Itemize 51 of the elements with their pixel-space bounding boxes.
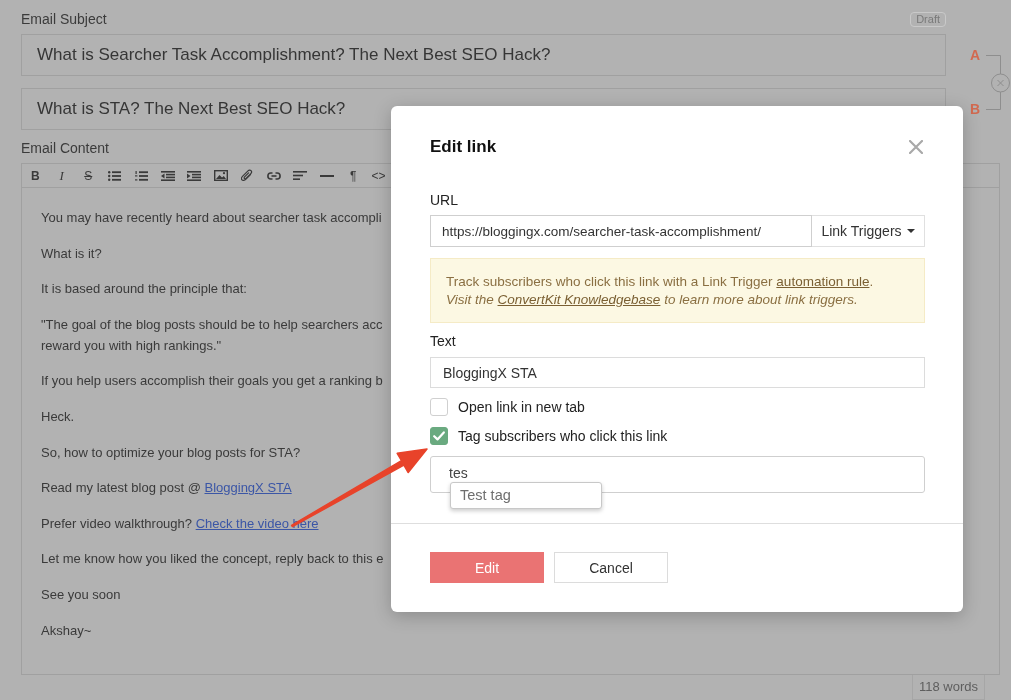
paperclip-icon <box>241 169 254 182</box>
notice-text: Visit the ConvertKit Knowledgebase to learn more about link triggers. <box>446 291 858 309</box>
paragraph-button[interactable]: ¶ <box>340 164 367 187</box>
url-label: URL <box>430 191 458 209</box>
bold-button[interactable]: B <box>22 164 49 187</box>
image-icon <box>213 170 228 181</box>
paragraph-text: Let me know how you liked the concept, reply back to this e <box>41 550 384 569</box>
cancel-button[interactable]: Cancel <box>554 552 668 583</box>
bulleted-list-icon <box>108 170 122 181</box>
subject-input-field[interactable]: What is Searcher Task Accomplishment? The Next Best SEO Hack? <box>21 34 946 76</box>
code-button[interactable]: <> <box>366 164 391 187</box>
paragraph-text: You may have recently heard about searcher task accompli <box>41 209 382 227</box>
indent-icon <box>187 170 202 181</box>
outdent-icon <box>160 170 175 181</box>
word-count: 118 words <box>912 675 985 700</box>
checkbox-label[interactable]: Open link in new tab <box>458 399 585 415</box>
text-link[interactable]: BloggingX STA <box>204 480 292 496</box>
link-triggers-dropdown-button[interactable]: Link Triggers <box>812 215 925 247</box>
suggestion-item[interactable]: Test tag <box>450 482 602 509</box>
checkmark-icon <box>433 431 445 441</box>
text-link[interactable]: ConvertKit Knowledgebase <box>497 292 661 307</box>
bracket-connector <box>986 55 1001 110</box>
notice-text: Track subscribers who click this link with a Link Trigger automation rule. <box>446 273 874 291</box>
paragraph-text: See you soon <box>41 585 121 604</box>
checkbox[interactable] <box>430 398 448 416</box>
link-icon <box>266 171 281 180</box>
strikethrough-button[interactable]: S <box>75 164 102 187</box>
paragraph-text: If you help users accomplish their goals you get a ranking b <box>41 372 383 391</box>
paragraph-text: So, how to optimize your blog posts for STA? <box>41 443 301 462</box>
paragraph-text: Read my latest blog post @ BloggingX STA <box>41 479 292 498</box>
checkbox-label[interactable]: Tag subscribers who click this link <box>458 428 668 444</box>
draft-badge: Draft <box>910 12 946 27</box>
checkbox[interactable] <box>430 427 448 445</box>
variant-marker: A <box>970 47 981 63</box>
text-input-field[interactable]: BloggingX STA <box>430 357 925 388</box>
numbered-list-icon <box>134 170 148 181</box>
paragraph-text: "The goal of the blog posts should be to help searchers acc reward you with high rankings." <box>41 315 383 355</box>
email-content-label: Email Content <box>21 140 109 156</box>
paragraph-text: What is it? <box>41 244 102 263</box>
italic-button[interactable]: I <box>48 164 75 187</box>
dialog-title: Edit link <box>430 136 497 158</box>
paragraph-text: Akshay~ <box>41 621 92 640</box>
url-input-field[interactable]: https://bloggingx.com/searcher-task-accomplishment/ <box>430 215 812 247</box>
paragraph-text: It is based around the principle that: <box>41 280 247 299</box>
horizontal-rule-icon <box>319 174 334 177</box>
paragraph-text: Heck. <box>41 407 75 426</box>
variant-marker: B <box>970 101 981 117</box>
text-label: Text <box>430 332 456 350</box>
email-subject-label: Email Subject <box>21 10 107 28</box>
caret-icon <box>906 229 915 233</box>
align-left-icon <box>293 171 308 180</box>
